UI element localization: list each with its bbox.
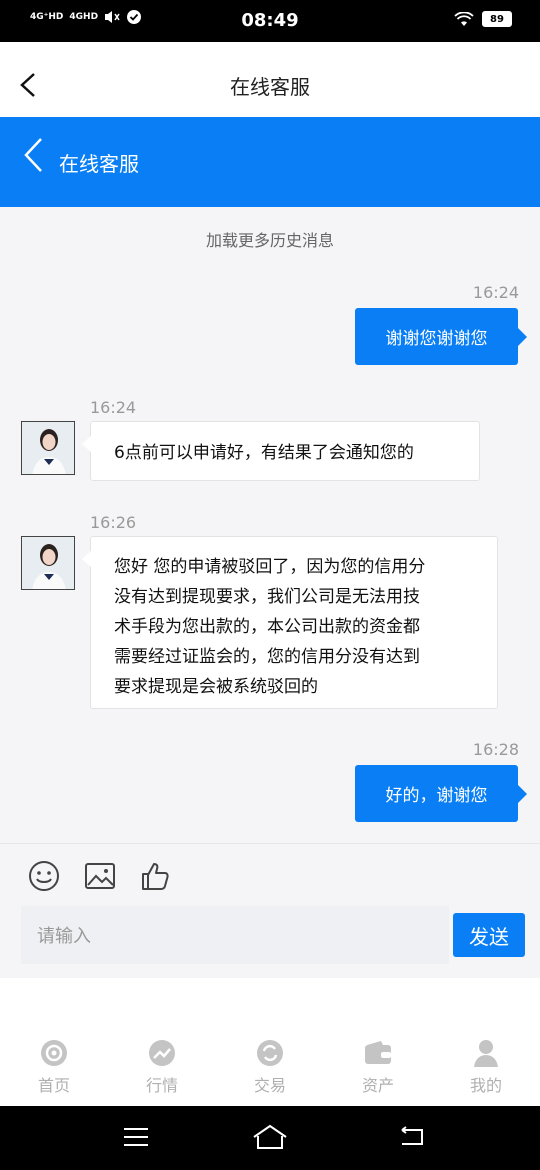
tab-profile[interactable]: 我的 [432, 1018, 540, 1106]
tab-trade[interactable]: 交易 [216, 1018, 324, 1106]
tab-home[interactable]: 首页 [0, 1018, 108, 1106]
message-time: 16:26 [90, 513, 137, 532]
tab-label: 我的 [469, 1076, 502, 1095]
send-button[interactable]: 发送 [453, 913, 525, 957]
agent-avatar-image [22, 422, 74, 474]
message-time: 16:24 [90, 398, 137, 417]
incoming-message-bubble[interactable]: 您好 您的申请被驳回了，因为您的信用分 没有达到提现要求，我们公司是无法用技 术… [82, 536, 498, 709]
chat-header-title: 在线客服 [59, 152, 139, 176]
back-arrow-icon[interactable] [22, 137, 44, 173]
chat-area[interactable]: 加载更多历史消息 16:24 谢谢您谢谢您 16:24 6点前可以申请好，有结果… [0, 207, 540, 843]
battery-indicator: 89 [482, 11, 512, 27]
emoji-icon[interactable] [28, 860, 60, 892]
tab-label: 行情 [145, 1076, 178, 1095]
status-bar: 4G⁺HD 4GHD 08:49 89 [0, 0, 540, 42]
agent-avatar [21, 421, 75, 475]
load-more-history[interactable]: 加载更多历史消息 [0, 227, 540, 251]
composer-toolbar [28, 860, 172, 892]
tab-assets[interactable]: 资产 [324, 1018, 432, 1106]
tab-label: 资产 [361, 1076, 394, 1095]
chat-header: 在线客服 [0, 117, 540, 207]
message-line: 术手段为您出款的，本公司出款的资金都 [114, 617, 420, 637]
message-input[interactable]: 请输入 [21, 906, 449, 964]
market-icon [149, 1040, 175, 1066]
message-line: 没有达到提现要求，我们公司是无法用技 [114, 587, 420, 607]
outgoing-message-bubble[interactable]: 谢谢您谢谢您 [355, 308, 518, 365]
incoming-message-bubble[interactable]: 6点前可以申请好，有结果了会通知您的 [82, 421, 480, 481]
home-icon [41, 1040, 67, 1066]
agent-avatar-image [22, 537, 74, 589]
agent-avatar [21, 536, 75, 590]
top-nav-bar: 在线客服 [0, 42, 540, 117]
tab-spacer [0, 978, 540, 1018]
home-nav-icon[interactable] [252, 1124, 288, 1150]
page-title: 在线客服 [230, 75, 310, 99]
message-line: 要求提现是会被系统驳回的 [114, 677, 318, 697]
message-composer: 请输入 发送 [0, 843, 540, 978]
user-icon [474, 1040, 498, 1067]
bottom-tab-bar: 首页 行情 交易 资产 我的 [0, 1018, 540, 1106]
message-time: 16:24 [472, 283, 519, 302]
message-time: 16:28 [472, 740, 519, 759]
tab-label: 交易 [253, 1076, 286, 1095]
tab-market[interactable]: 行情 [108, 1018, 216, 1106]
trade-icon [257, 1040, 283, 1066]
system-nav-bar [0, 1106, 540, 1170]
thumbs-up-icon[interactable] [140, 860, 172, 892]
menu-icon[interactable] [122, 1126, 150, 1148]
message-line: 需要经过证监会的，您的信用分没有达到 [114, 647, 420, 667]
wallet-icon [365, 1041, 391, 1064]
message-line: 您好 您的申请被驳回了，因为您的信用分 [114, 557, 426, 577]
status-right: 89 [454, 11, 512, 27]
outgoing-message-bubble[interactable]: 好的，谢谢您 [355, 765, 518, 822]
tab-label: 首页 [37, 1076, 70, 1095]
image-icon[interactable] [84, 860, 116, 892]
wifi-icon [454, 11, 474, 26]
back-nav-icon[interactable] [398, 1126, 426, 1148]
